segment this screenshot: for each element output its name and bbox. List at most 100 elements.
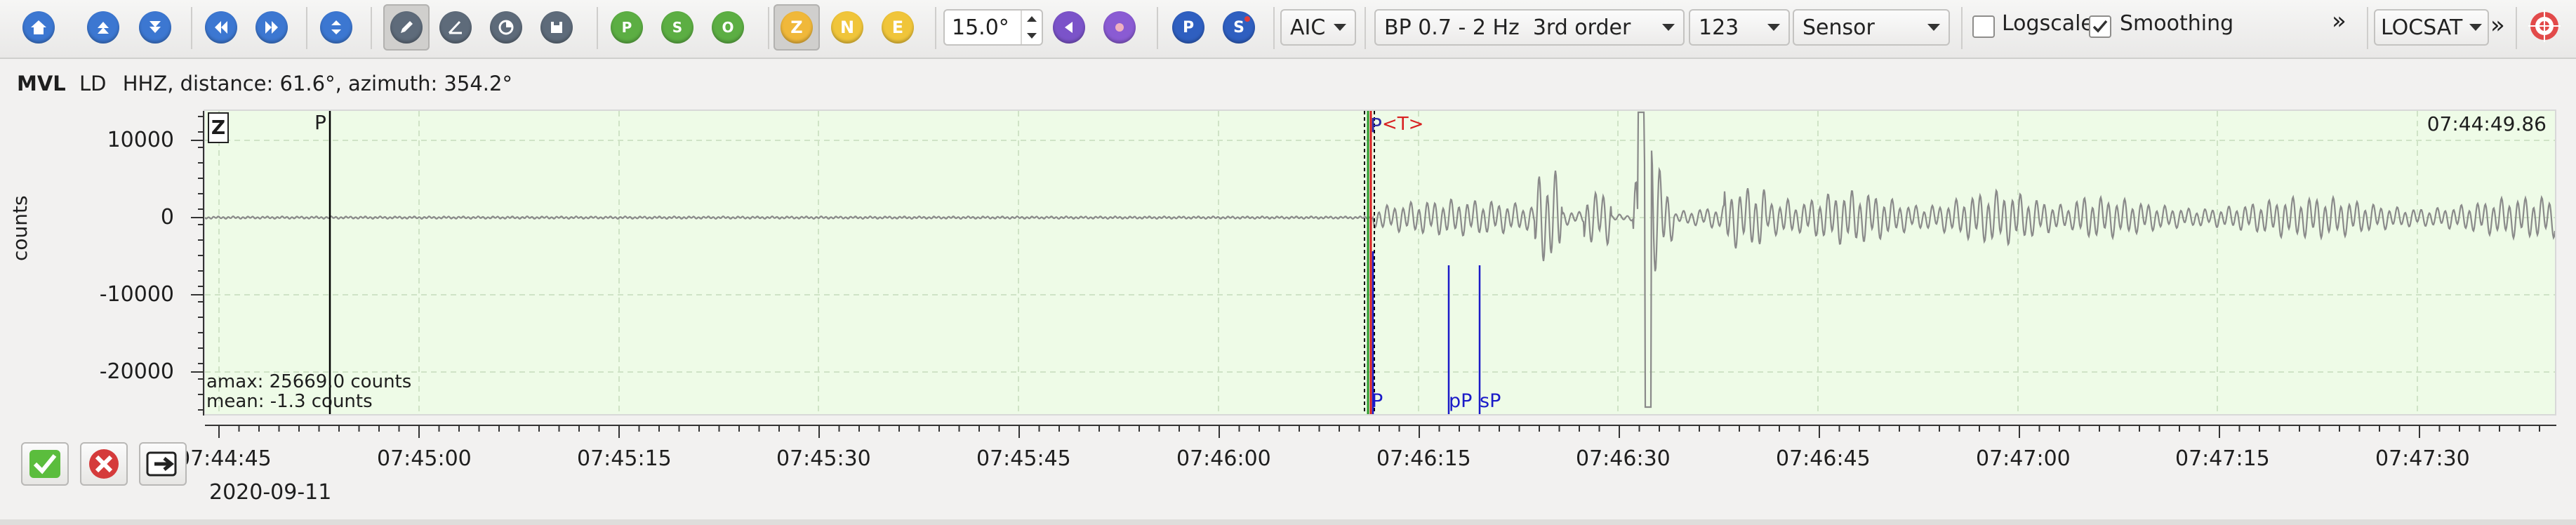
previous-icon — [205, 11, 237, 44]
filter-violet-button[interactable] — [1096, 4, 1143, 51]
component-e-icon: E — [882, 11, 914, 44]
component-z-icon: Z — [781, 11, 813, 44]
previous-button[interactable] — [198, 4, 244, 51]
down-button[interactable] — [132, 4, 178, 51]
y-tick-label: -10000 — [99, 282, 174, 307]
measure-tool-icon — [490, 11, 522, 44]
waveform-trace — [205, 111, 2555, 408]
x-tick-label: 07:45:45 — [976, 446, 1071, 471]
component-label: Z — [208, 112, 229, 143]
align-p-button[interactable]: P — [604, 4, 650, 51]
export-icon — [146, 451, 177, 477]
separator — [1961, 7, 1963, 49]
theoretical-label-sp: sP — [1480, 390, 1501, 412]
y-tick-label: 0 — [160, 205, 174, 230]
separator — [2516, 7, 2517, 49]
align-s-button[interactable]: S — [654, 4, 701, 51]
seismogram-plot[interactable]: Z 07:44:49.86 amax: 25669.0 counts mean:… — [204, 109, 2556, 416]
save-button[interactable] — [533, 4, 580, 51]
separator — [768, 7, 769, 49]
rotation-spinbox[interactable]: 15.0° — [943, 9, 1043, 46]
pick-tool-button[interactable] — [383, 4, 430, 51]
pick-p-button[interactable]: P — [1165, 4, 1211, 51]
separator — [597, 7, 598, 49]
pick-tool-icon — [390, 11, 423, 44]
x-tick-label: 07:45:15 — [577, 446, 672, 471]
chevron-down-icon — [1927, 24, 1940, 31]
gridlines — [205, 111, 2555, 414]
unit-select[interactable]: Sensor — [1793, 9, 1950, 46]
separator — [1157, 7, 1158, 49]
align-origin-button[interactable]: O — [705, 4, 751, 51]
smoothing-label: Smoothing — [2120, 11, 2234, 36]
station-code: MVL — [17, 72, 66, 95]
up-button[interactable] — [80, 4, 126, 51]
x-tick-label: 07:46:00 — [1176, 446, 1271, 471]
export-button[interactable] — [139, 442, 187, 486]
expand-button[interactable] — [313, 4, 359, 51]
theoretical-label-pp: pP — [1449, 390, 1473, 412]
component-e-button[interactable]: E — [875, 4, 921, 51]
y-axis-label: counts — [8, 195, 32, 261]
x-tick-label: 07:46:30 — [1576, 446, 1671, 471]
trace-canvas[interactable] — [205, 111, 2555, 414]
separator — [935, 7, 936, 49]
x-tick-label: 07:46:45 — [1776, 446, 1871, 471]
x-tick-label: 07:45:30 — [776, 446, 871, 471]
home-button[interactable] — [15, 4, 62, 51]
logscale-checkbox[interactable] — [1972, 15, 1995, 38]
filter-purple-button[interactable] — [1046, 4, 1092, 51]
save-icon — [540, 11, 573, 44]
amax-text: amax: 25669.0 counts — [206, 371, 412, 392]
separator — [191, 7, 192, 49]
target-button[interactable] — [2521, 4, 2568, 51]
pick-s-icon: S — [1223, 11, 1255, 44]
smoothing-checkbox[interactable] — [2089, 15, 2111, 38]
chevron-down-icon — [1662, 24, 1675, 31]
x-tick-label: 07:47:00 — [1976, 446, 2071, 471]
accept-button[interactable] — [21, 442, 69, 486]
station-info: distance: 61.6°, azimuth: 354.2° — [180, 72, 512, 95]
toolbar-overflow-button[interactable]: » — [2332, 7, 2346, 35]
filter-select[interactable]: BP 0.7 - 2 Hz 3rd order — [1374, 9, 1685, 46]
down-icon — [139, 11, 171, 44]
theoretical-label-p: P — [1372, 390, 1383, 412]
filter-purple-icon — [1053, 11, 1085, 44]
y-tick-label: 10000 — [107, 128, 174, 152]
rotation-mode-select[interactable]: 123 — [1689, 9, 1790, 46]
rotation-value: 15.0° — [952, 15, 1009, 40]
pick-s-button[interactable]: S — [1216, 4, 1262, 51]
network-code: LD — [79, 72, 107, 95]
picker-method-select[interactable]: AIC — [1280, 9, 1356, 46]
locator-select[interactable]: LOCSAT — [2374, 9, 2489, 46]
logscale-label: Logscale — [2002, 11, 2094, 36]
reject-button[interactable] — [80, 442, 128, 486]
up-icon — [87, 11, 119, 44]
measure-tool-button[interactable] — [483, 4, 529, 51]
pick-p-icon: P — [1172, 11, 1204, 44]
y-tick-label: -20000 — [99, 359, 174, 384]
scrollbar[interactable] — [0, 519, 2576, 525]
spin-down-icon[interactable] — [1027, 33, 1037, 39]
align-s-icon: S — [661, 11, 693, 44]
angle-tool-button[interactable] — [432, 4, 479, 51]
pick-label-theoretical: <T> — [1382, 114, 1424, 135]
chevron-down-icon — [2469, 24, 2482, 31]
checkmark-icon — [29, 450, 60, 478]
pick-label-p-manual: P — [1370, 114, 1382, 137]
channel-code: HHZ — [122, 72, 168, 95]
next-icon — [255, 11, 288, 44]
angle-tool-icon — [439, 11, 472, 44]
separator — [1273, 7, 1275, 49]
separator — [2367, 7, 2368, 49]
spin-up-icon[interactable] — [1027, 16, 1037, 22]
next-button[interactable] — [248, 4, 295, 51]
component-n-icon: N — [831, 11, 863, 44]
x-tick-label: 07:46:15 — [1376, 446, 1471, 471]
separator — [1365, 7, 1366, 49]
toolbar-overflow-button-2[interactable]: » — [2490, 11, 2505, 39]
component-z-button[interactable]: Z — [774, 4, 820, 51]
time-label: 07:44:49.86 — [2426, 112, 2547, 135]
component-n-button[interactable]: N — [824, 4, 870, 51]
amplitude-stats: amax: 25669.0 counts mean: -1.3 counts — [206, 372, 411, 411]
